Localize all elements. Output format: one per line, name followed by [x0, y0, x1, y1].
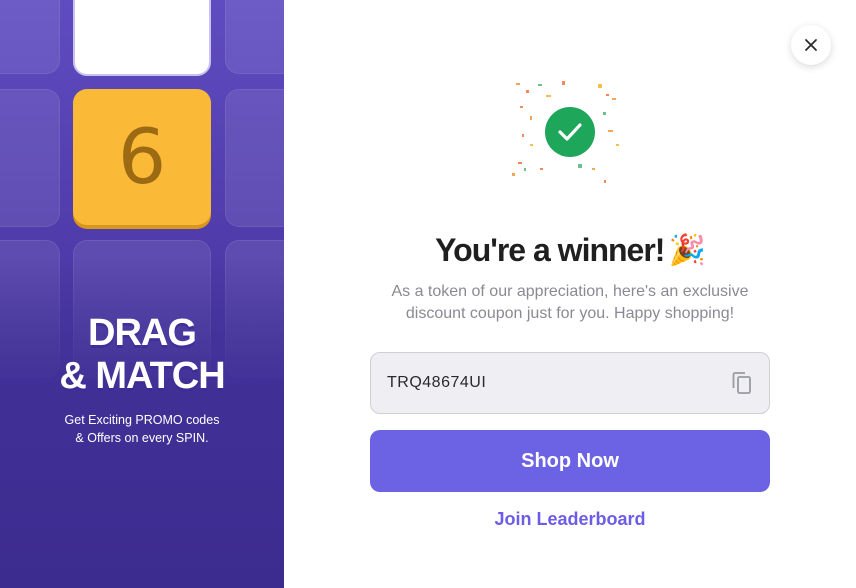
result-heading: You're a winner! 🎉 — [370, 232, 770, 269]
game-tile — [225, 0, 284, 74]
coupon-field[interactable]: TRQ48674UI — [370, 352, 770, 414]
close-button[interactable] — [791, 25, 831, 65]
game-tile-number: 6 — [73, 89, 211, 225]
check-icon — [558, 123, 582, 141]
tile-number: 6 — [117, 112, 167, 201]
party-popper-icon: 🎉 — [668, 234, 705, 267]
join-leaderboard-link[interactable]: Join Leaderboard — [370, 509, 770, 530]
promo-subtitle-line1: Get Exciting PROMO codes — [64, 413, 220, 427]
heading-text: You're a winner! — [435, 232, 665, 268]
success-badge — [545, 107, 595, 157]
game-tile — [0, 0, 60, 74]
promo-subtitle-line2: & Offers on every SPIN. — [75, 431, 209, 445]
close-icon — [805, 39, 817, 51]
description-line1: As a token of our appreciation, here's a… — [391, 283, 749, 300]
game-tile — [0, 89, 60, 227]
shop-now-button[interactable]: Shop Now — [370, 430, 770, 492]
description-line2: discount coupon just for you. Happy shop… — [405, 305, 735, 322]
game-tile — [225, 89, 284, 227]
result-description: As a token of our appreciation, here's a… — [360, 281, 780, 325]
copy-button[interactable] — [731, 371, 753, 395]
copy-icon — [732, 372, 751, 394]
promo-panel: 6 DRAG & MATCH Get Exciting PROMO codes … — [0, 0, 284, 588]
promo-title-line2: & MATCH — [59, 355, 225, 397]
game-tile-white — [73, 0, 211, 76]
promo-title-line1: DRAG — [88, 312, 197, 354]
coupon-code: TRQ48674UI — [387, 374, 487, 391]
